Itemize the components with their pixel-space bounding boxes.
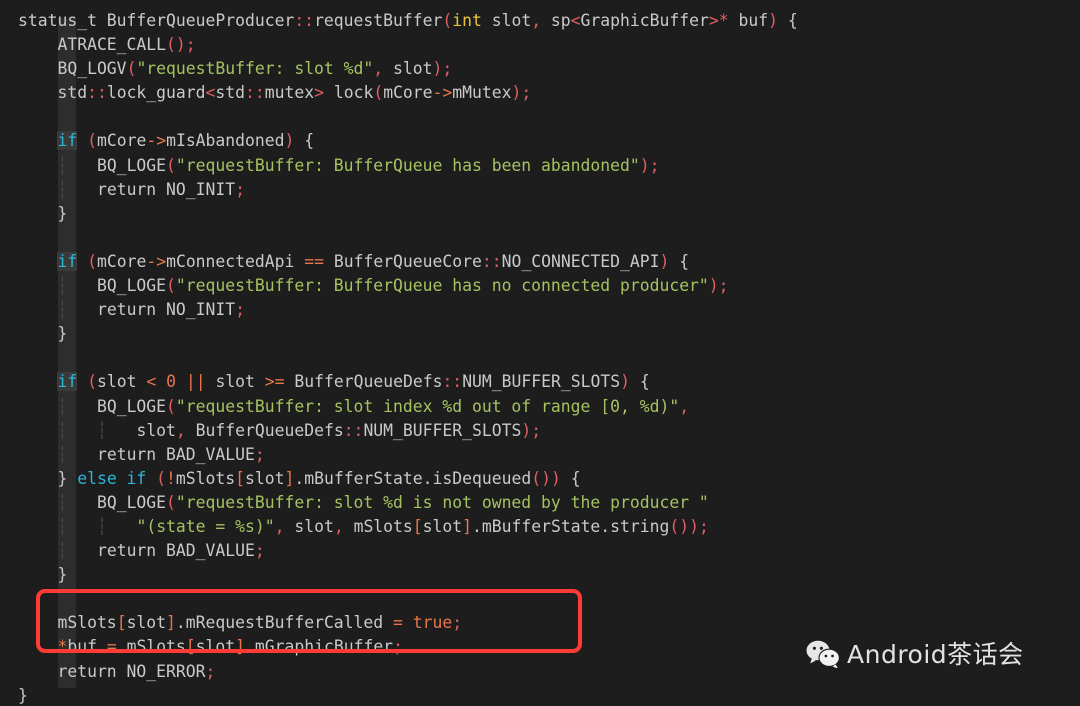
code-line-29: } — [18, 685, 28, 705]
code-line-9: } — [18, 203, 68, 223]
code-line-2: ATRACE_CALL(); — [18, 35, 196, 55]
code-line-12: ┆ BQ_LOGE("requestBuffer: BufferQueue ha… — [57, 276, 729, 296]
code-line-22: ┆ ┆ "(state = %s)", slot, mSlots[slot].m… — [57, 516, 709, 536]
red-highlight-rectangle — [36, 589, 582, 653]
code-line-14: } — [18, 324, 68, 344]
code-line-28: return NO_ERROR; — [18, 661, 216, 681]
code-line-1: status_t BufferQueueProducer::requestBuf… — [18, 11, 798, 30]
code-line-20: } else if (!mSlots[slot].mBufferState.is… — [18, 468, 581, 488]
code-line-11: if (mCore->mConnectedApi == BufferQueueC… — [57, 251, 690, 271]
code-line-21: ┆ BQ_LOGE("requestBuffer: slot %d is not… — [57, 492, 709, 512]
code-line-13: ┆ return NO_INIT; — [57, 300, 245, 320]
code-line-4: std::lock_guard<std::mutex> lock(mCore->… — [18, 83, 532, 103]
code-line-18: ┆ ┆ slot, BufferQueueDefs::NUM_BUFFER_SL… — [57, 420, 542, 440]
code-line-8: ┆ return NO_INIT; — [57, 179, 245, 199]
code-line-6: if (mCore->mIsAbandoned) { — [57, 131, 315, 151]
code-screenshot: status_t BufferQueueProducer::requestBuf… — [0, 0, 1080, 706]
code-line-24: } — [18, 565, 68, 585]
watermark-label: Android茶话会 — [847, 639, 1024, 669]
code-line-23: ┆ return BAD_VALUE; — [57, 541, 265, 561]
watermark: Android茶话会 — [806, 639, 1024, 669]
code-line-7: ┆ BQ_LOGE("requestBuffer: BufferQueue ha… — [57, 155, 660, 175]
code-line-16: if (slot < 0 || slot >= BufferQueueDefs:… — [57, 372, 650, 392]
code-line-17: ┆ BQ_LOGE("requestBuffer: slot index %d … — [57, 396, 690, 416]
code-line-19: ┆ return BAD_VALUE; — [57, 444, 265, 464]
code-line-3: BQ_LOGV("requestBuffer: slot %d", slot); — [18, 59, 453, 79]
wechat-icon — [806, 640, 840, 669]
